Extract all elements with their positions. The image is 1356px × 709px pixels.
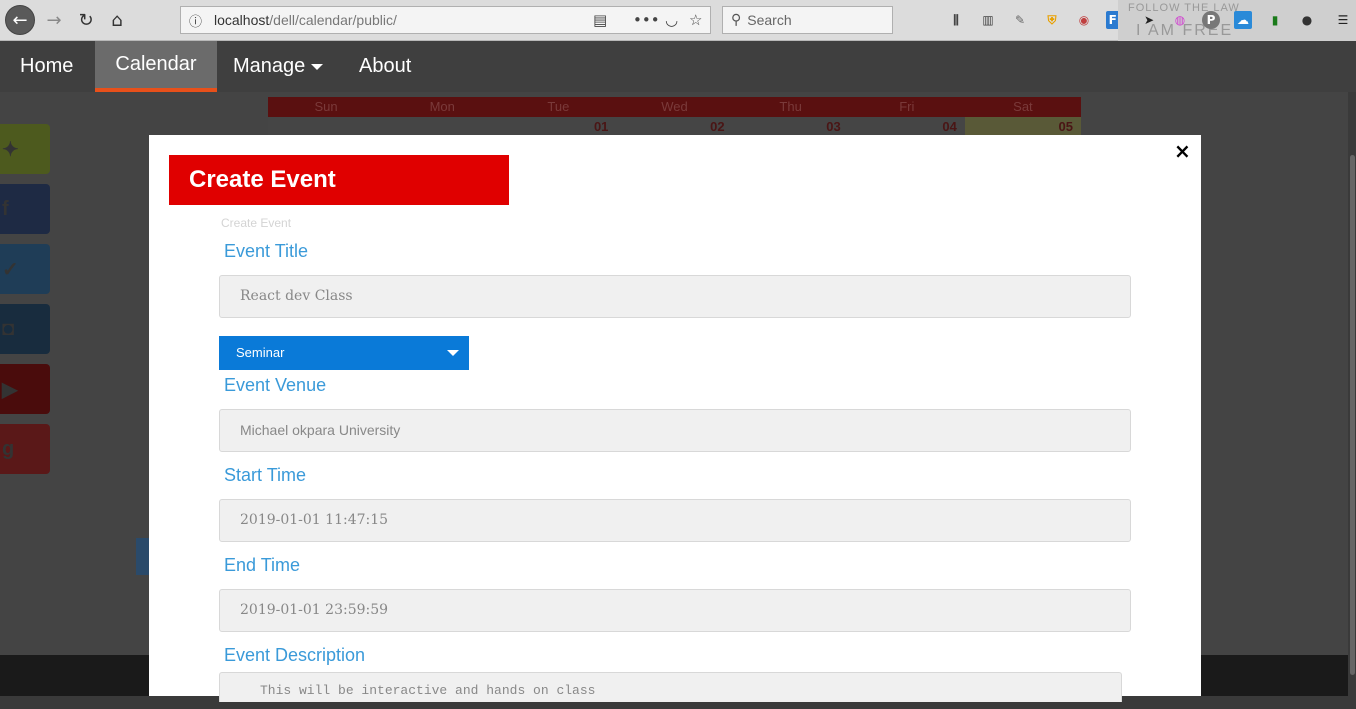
close-icon[interactable]: × [1174, 139, 1191, 163]
background-button [136, 538, 150, 575]
search-icon: ⚲ [731, 12, 742, 28]
cloud-extension-icon[interactable]: ☁ [1234, 11, 1252, 29]
android-icon[interactable]: ✦ [0, 124, 50, 174]
facebook-icon[interactable]: f [0, 184, 50, 234]
day-thu: Thu [779, 99, 802, 114]
event-title-input[interactable]: React dev Class [219, 275, 1131, 318]
end-time-label: End Time [224, 555, 301, 575]
library-icon[interactable]: ⫼ [947, 11, 965, 29]
start-time-input[interactable]: 2019-01-01 11:47:15 [219, 499, 1131, 542]
day-sun: Sun [314, 99, 338, 114]
google-plus-icon[interactable]: g [0, 424, 50, 474]
youtube-icon[interactable]: ▶ [0, 364, 50, 414]
info-icon[interactable]: ⓘ [189, 11, 211, 30]
event-venue-input[interactable]: Michael okpara University [219, 409, 1131, 452]
shield-extension-icon[interactable]: ⛨ [1043, 11, 1061, 29]
green-extension-icon[interactable]: ▮ [1266, 11, 1284, 29]
search-bar[interactable]: ⚲ Search [722, 6, 893, 34]
calendar-cell[interactable]: 02 [616, 117, 732, 135]
url-text: localhost/dell/calendar/public/ [214, 12, 397, 28]
day-mon: Mon [429, 99, 455, 114]
nav-calendar[interactable]: Calendar [95, 41, 217, 92]
end-time-input[interactable]: 2019-01-01 23:59:59 [219, 589, 1131, 632]
nav-about[interactable]: About [339, 41, 431, 92]
day-fri: Fri [899, 99, 915, 114]
start-time-label: Start Time [224, 465, 307, 485]
eyedropper-icon[interactable]: ✎ [1011, 11, 1029, 29]
day-sat: Sat [1013, 99, 1033, 114]
nav-home[interactable]: Home [0, 41, 93, 92]
app-navbar: Home Calendar Manage About [0, 41, 1356, 92]
day-tue: Tue [547, 99, 570, 114]
twitter-icon[interactable]: ✓ [0, 244, 50, 294]
home-icon[interactable]: ⌂ [103, 6, 131, 34]
ip-extension-icon[interactable]: P [1202, 11, 1220, 29]
calendar-cell[interactable]: 03 [733, 117, 849, 135]
back-arrow-icon[interactable]: ← [5, 5, 35, 35]
event-type-select[interactable]: Seminar [219, 336, 469, 370]
calendar-cell[interactable]: 04 [849, 117, 965, 135]
chevron-down-icon [311, 63, 324, 70]
cursor-extension-icon[interactable]: ➤ [1140, 11, 1158, 29]
pocket-icon[interactable]: ◡ [665, 11, 678, 29]
calendar-cell[interactable]: 01 [500, 117, 616, 135]
breadcrumb: Create Event [221, 216, 292, 230]
create-event-modal: × Create Event Create Event Event Title … [149, 135, 1201, 702]
color-wheel-icon[interactable]: ◍ [1171, 11, 1189, 29]
browser-toolbar: ← → ↻ ⌂ ⓘ localhost/dell/calendar/public… [0, 0, 1356, 41]
instagram-icon[interactable]: ◘ [0, 304, 50, 354]
calendar-week-row: 01 02 03 04 05 [268, 117, 1081, 135]
calendar-day-header: Sun Mon Tue Wed Thu Fri Sat [268, 97, 1081, 117]
scrollbar-thumb[interactable] [1350, 155, 1355, 675]
forward-arrow-icon[interactable]: → [40, 6, 68, 34]
event-title-label: Event Title [224, 241, 309, 261]
calendar-cell-today[interactable]: 05 [964, 117, 1081, 135]
reload-icon[interactable]: ↻ [72, 6, 100, 34]
nav-manage-label: Manage [233, 55, 306, 77]
more-actions-icon[interactable]: ••• [633, 11, 660, 29]
event-description-textarea[interactable]: This will be interactive and hands on cl… [219, 672, 1122, 702]
hamburger-menu-icon[interactable]: ☰ [1334, 11, 1352, 29]
account-icon[interactable]: ● [1298, 11, 1316, 29]
event-venue-label: Event Venue [224, 375, 327, 395]
calendar-cell[interactable] [384, 117, 500, 135]
owl-extension-icon[interactable]: ◉ [1075, 11, 1093, 29]
event-description-label: Event Description [224, 645, 366, 665]
nav-manage[interactable]: Manage [213, 41, 343, 92]
reader-view-icon[interactable]: ▤ [593, 11, 607, 29]
event-type-selected: Seminar [236, 345, 285, 360]
bookmark-star-icon[interactable]: ☆ [689, 11, 702, 29]
calendar-cell[interactable] [268, 117, 384, 135]
day-wed: Wed [661, 99, 688, 114]
address-bar[interactable]: ⓘ localhost/dell/calendar/public/ ▤ ••• … [180, 6, 711, 34]
search-placeholder: Search [747, 12, 792, 28]
chevron-down-icon [447, 350, 459, 356]
modal-title: Create Event [169, 155, 509, 205]
sidebar-icon[interactable]: ▥ [979, 11, 997, 29]
